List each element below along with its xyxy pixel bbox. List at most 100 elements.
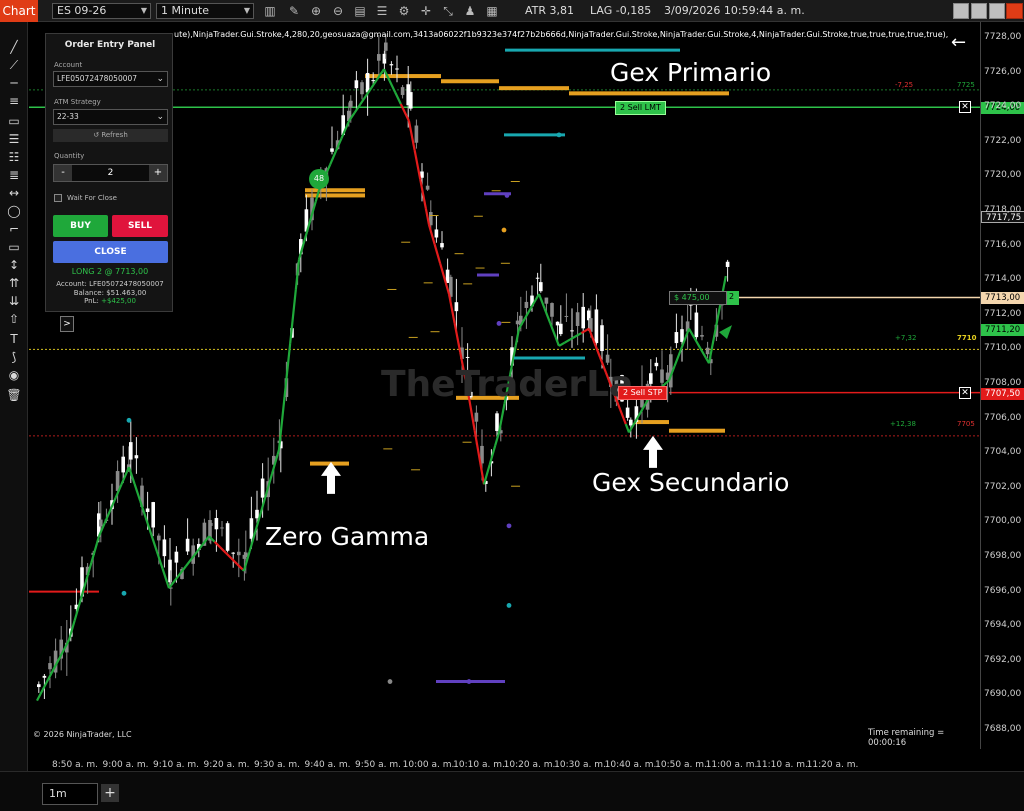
- signal-circle-badge: 48: [309, 169, 329, 189]
- horizontal-line-icon[interactable]: ─: [6, 76, 22, 90]
- ma-line-segment: [554, 337, 561, 347]
- ma-line-segment: [413, 149, 422, 180]
- ma-line-segment: [219, 546, 227, 554]
- candle-body: [600, 325, 604, 352]
- risk-reward-icon[interactable]: ☰: [6, 132, 22, 146]
- vertical-line-icon[interactable]: ≡: [6, 94, 22, 108]
- chart-trader-icon[interactable]: ▦: [484, 3, 500, 19]
- cancel-sell-stop-icon[interactable]: ✕: [959, 387, 971, 399]
- rectangle-icon[interactable]: ▭: [6, 240, 22, 254]
- chart-tab[interactable]: Chart: [0, 0, 38, 22]
- collapse-panel-button[interactable]: >: [60, 316, 74, 332]
- arrow-down-icon[interactable]: ⇊: [6, 294, 22, 308]
- wait-for-close-label: Wait For Close: [67, 194, 117, 202]
- triangle-icon[interactable]: ↕: [6, 258, 22, 272]
- candle-body: [625, 407, 630, 418]
- ma-line-segment: [388, 80, 397, 93]
- ma-line-segment: [161, 568, 170, 587]
- marker-dot: [496, 321, 502, 326]
- ma-line-segment: [549, 322, 557, 339]
- atm-strategy-selector[interactable]: 22-33 ⌄: [53, 109, 168, 125]
- close-button[interactable]: CLOSE: [53, 241, 168, 263]
- price-axis[interactable]: 7717,75 7724,00 7713,00 7711,20 7707,50 …: [980, 22, 1024, 749]
- wait-for-close-checkbox[interactable]: [54, 194, 62, 202]
- sell-limit-order-tag[interactable]: 2 Sell LMT: [615, 101, 666, 115]
- pointer-icon[interactable]: ⇧: [6, 312, 22, 326]
- position-price-marker: 7713,00: [981, 292, 1024, 304]
- arrow-up-icon[interactable]: ⇈: [6, 276, 22, 290]
- candle-body: [99, 519, 103, 527]
- quantity-input[interactable]: 2: [72, 165, 149, 181]
- time-tick: 10:50 a. m.: [655, 760, 707, 770]
- restore-button[interactable]: [989, 3, 1005, 19]
- indicators-icon[interactable]: ⤡: [440, 3, 456, 19]
- arc-icon[interactable]: ⌐: [6, 222, 22, 236]
- time-tick: 10:00 a. m.: [402, 760, 455, 770]
- ninjatrader-chart-window: Chart ES 09-26 ▼ 1 Minute ▼ ▥ ✎ ⊕ ⊖ ▤ ☰ ⚙ …: [0, 0, 1024, 811]
- zoom-in-icon[interactable]: ⊕: [308, 3, 324, 19]
- sell-stop-order-tag[interactable]: 2 Sell STP: [618, 386, 668, 400]
- stay-in-draw-icon[interactable]: ⟆: [6, 350, 22, 364]
- account-selector[interactable]: LFE05072478050007 ⌄: [53, 71, 168, 87]
- level-7705-label: 7705: [957, 420, 975, 428]
- ellipse-icon[interactable]: ◯: [6, 204, 22, 218]
- instrument-selector[interactable]: ES 09-26 ▼: [52, 3, 151, 19]
- quantity-increase-button[interactable]: +: [149, 165, 167, 181]
- price-chart-area[interactable]: ute),NinjaTrader.Gui.Stroke,4,280,20,geo…: [29, 22, 980, 749]
- sell-button[interactable]: SELL: [112, 215, 168, 237]
- trash-icon[interactable]: 🗑: [6, 388, 22, 402]
- add-tab-button[interactable]: +: [101, 784, 119, 802]
- ma-line-segment: [619, 409, 627, 425]
- data-box-icon[interactable]: ▤: [352, 3, 368, 19]
- position-pnl-tag[interactable]: $ 475,00: [669, 291, 727, 305]
- arrow-line-icon[interactable]: ↔: [6, 186, 22, 200]
- bar-style-icon[interactable]: ▥: [262, 3, 278, 19]
- back-arrow-icon[interactable]: ←: [951, 32, 966, 53]
- instrument-link-icon[interactable]: ⚙: [396, 3, 412, 19]
- sell-stop-price-marker: 7707,50: [981, 388, 1024, 400]
- refresh-button[interactable]: ↺ Refresh: [53, 129, 168, 142]
- cancel-sell-limit-icon[interactable]: ✕: [959, 101, 971, 113]
- line-tool-icon[interactable]: ╱: [6, 40, 22, 54]
- sell-limit-label: Sell LMT: [627, 103, 661, 112]
- fibonacci-icon[interactable]: ☷: [6, 150, 22, 164]
- ma-line-segment: [453, 322, 462, 353]
- ma-line-segment: [580, 328, 588, 334]
- up-arrow-annotation: [321, 461, 341, 494]
- candle-body: [539, 282, 543, 292]
- ma-line-segment: [399, 103, 408, 117]
- eye-icon[interactable]: ◉: [6, 368, 22, 382]
- buy-button[interactable]: BUY: [53, 215, 108, 237]
- properties-icon[interactable]: ☰: [374, 3, 390, 19]
- ma-line-segment: [276, 449, 281, 455]
- minimize-button[interactable]: [953, 3, 969, 19]
- candle-body: [121, 456, 125, 473]
- strategies-icon[interactable]: ♟: [462, 3, 478, 19]
- close-window-button[interactable]: [1006, 3, 1023, 19]
- maximize-button[interactable]: [971, 3, 987, 19]
- fib-extension-icon[interactable]: ≣: [6, 168, 22, 182]
- position-status: LONG 2 @ 7713,00: [71, 267, 149, 276]
- chart-tab-1m[interactable]: 1m: [42, 783, 98, 805]
- ma-line-segment: [41, 678, 50, 691]
- ma-line-segment: [439, 263, 447, 284]
- time-axis[interactable]: 8:50 a. m. 9:00 a. m. 9:10 a. m. 9:20 a. m.…: [29, 749, 980, 771]
- level-7725-offset: -7,25: [895, 81, 914, 89]
- drawing-tool-icon[interactable]: ✎: [286, 3, 302, 19]
- ma-line-segment: [558, 341, 566, 347]
- crosshair-icon[interactable]: ✛: [418, 3, 434, 19]
- candle-body: [725, 261, 730, 267]
- zoom-out-icon[interactable]: ⊖: [330, 3, 346, 19]
- pnl-label: PnL:: [84, 297, 99, 305]
- candle-body: [575, 312, 580, 326]
- order-entry-title: Order Entry Panel: [64, 40, 156, 50]
- balance-info: Balance: $51.463,00: [46, 289, 174, 297]
- ray-tool-icon[interactable]: ⟋: [6, 58, 22, 72]
- candle-body: [649, 373, 653, 384]
- ma-line-segment: [103, 509, 112, 524]
- ruler-icon[interactable]: ▭: [6, 114, 22, 128]
- quantity-decrease-button[interactable]: -: [54, 165, 72, 181]
- text-tool-icon[interactable]: T: [6, 332, 22, 346]
- ma-line-segment: [213, 540, 221, 549]
- interval-selector[interactable]: 1 Minute ▼: [156, 3, 254, 19]
